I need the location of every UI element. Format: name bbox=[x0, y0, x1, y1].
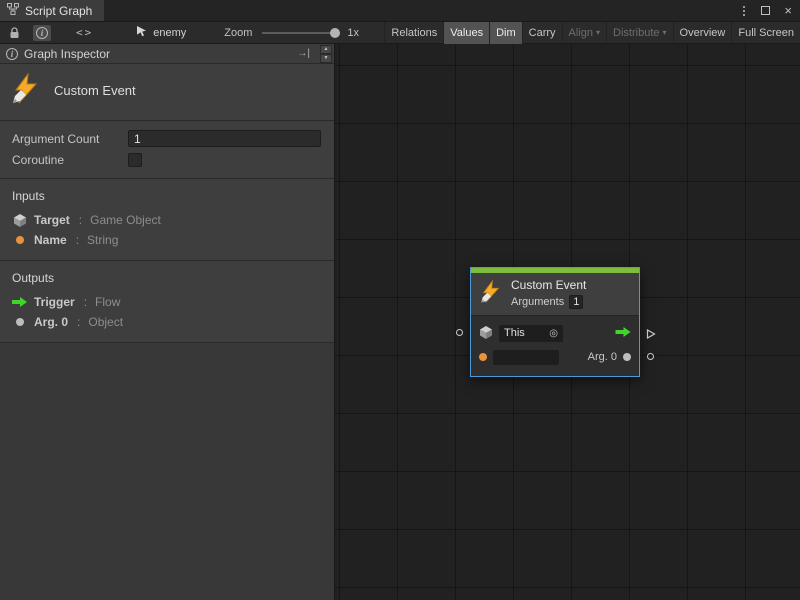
cube-icon bbox=[479, 325, 493, 342]
inspector-empty-area bbox=[0, 343, 334, 600]
arg0-output-port[interactable] bbox=[647, 353, 654, 360]
zoom-slider[interactable] bbox=[262, 27, 340, 39]
toolbar-button-overview[interactable]: Overview bbox=[673, 22, 732, 44]
info-icon: i bbox=[6, 48, 18, 60]
argument-count-input[interactable] bbox=[128, 130, 321, 147]
toolbar-button-dim[interactable]: Dim bbox=[489, 22, 522, 44]
script-graph-tab[interactable]: Script Graph bbox=[0, 0, 104, 21]
graph-inspector-panel: i Graph Inspector →| ▲ ▼ Custom Event Ar… bbox=[0, 44, 335, 600]
target-input-port[interactable] bbox=[456, 329, 463, 336]
target-self-dropdown[interactable]: This ◎ bbox=[499, 325, 563, 342]
zoom-label: Zoom bbox=[224, 27, 252, 39]
toolbar-button-carry[interactable]: Carry bbox=[522, 22, 562, 44]
inspected-node-summary: Custom Event bbox=[0, 64, 334, 121]
toolbar-button-values[interactable]: Values bbox=[443, 22, 489, 44]
list-item: Arg. 0:Object bbox=[0, 312, 334, 332]
custom-event-icon bbox=[10, 73, 42, 108]
outputs-section: Outputs Trigger:Flow Arg. 0:Object bbox=[0, 261, 334, 343]
string-port-dot-icon bbox=[12, 236, 27, 244]
zoom-slider-knob[interactable] bbox=[330, 28, 340, 38]
zoom-value: 1x bbox=[347, 27, 359, 39]
window-maximize-icon[interactable] bbox=[761, 6, 770, 15]
coroutine-checkbox[interactable] bbox=[128, 153, 142, 167]
node-settings: Argument Count Coroutine bbox=[0, 121, 334, 179]
scroll-down-icon[interactable]: ▼ bbox=[320, 54, 332, 63]
inputs-section: Inputs Target:Game Object Name:String bbox=[0, 179, 334, 261]
string-port-dot-icon bbox=[479, 353, 487, 361]
target-icon: ◎ bbox=[549, 328, 558, 339]
list-item: Name:String bbox=[0, 230, 334, 250]
toolbar-button-group: Relations Values Dim Carry Align ▾ Distr… bbox=[384, 22, 800, 44]
graph-name: enemy bbox=[153, 27, 186, 39]
graph-pointer-icon bbox=[136, 25, 148, 40]
target-port-row: This ◎ bbox=[471, 321, 639, 345]
custom-event-node[interactable]: Custom Event Arguments 1 bbox=[470, 267, 640, 377]
object-port-dot-icon bbox=[623, 353, 631, 361]
trigger-output-port[interactable] bbox=[646, 328, 656, 342]
titlebar: Script Graph × bbox=[0, 0, 800, 22]
node-body: This ◎ Arg. 0 bbox=[471, 316, 639, 376]
inspector-header: i Graph Inspector →| ▲ ▼ bbox=[0, 44, 334, 64]
code-preview-icon[interactable]: <> bbox=[73, 24, 96, 41]
inspector-node-title: Custom Event bbox=[54, 83, 136, 98]
window-close-icon[interactable]: × bbox=[784, 4, 792, 17]
object-port-dot-icon bbox=[12, 318, 27, 326]
chevron-down-icon: ▾ bbox=[663, 28, 667, 37]
outputs-title: Outputs bbox=[0, 269, 334, 292]
flow-arrow-icon bbox=[12, 296, 27, 308]
zoom-slider-track bbox=[262, 32, 340, 34]
event-name-input[interactable] bbox=[493, 350, 559, 365]
toolbar-button-distribute[interactable]: Distribute ▾ bbox=[606, 22, 672, 44]
info-icon: i bbox=[36, 27, 48, 39]
arguments-count-badge[interactable]: 1 bbox=[569, 295, 583, 309]
name-arg-port-row: Arg. 0 bbox=[471, 345, 639, 369]
argument-count-label: Argument Count bbox=[12, 132, 128, 146]
node-header[interactable]: Custom Event Arguments 1 bbox=[471, 273, 639, 316]
scroll-up-icon[interactable]: ▲ bbox=[320, 45, 332, 54]
window-menu-icon[interactable] bbox=[741, 4, 747, 18]
coroutine-row: Coroutine bbox=[0, 150, 334, 170]
graph-toolbar: i <> enemy Zoom 1x Relations Values Dim … bbox=[0, 22, 800, 44]
coroutine-label: Coroutine bbox=[12, 153, 128, 167]
argument-count-row: Argument Count bbox=[0, 127, 334, 150]
node-title: Custom Event bbox=[511, 278, 586, 292]
graph-breadcrumb[interactable]: enemy bbox=[136, 25, 186, 40]
inspector-title: Graph Inspector bbox=[24, 47, 291, 61]
window-controls: × bbox=[741, 0, 800, 21]
chevron-down-icon: ▾ bbox=[596, 28, 600, 37]
lock-icon[interactable] bbox=[6, 24, 23, 41]
dock-inspector-icon[interactable]: →| bbox=[297, 48, 310, 59]
custom-event-icon bbox=[479, 280, 503, 307]
cube-icon bbox=[12, 213, 27, 227]
arg0-label: Arg. 0 bbox=[588, 351, 617, 363]
list-item: Trigger:Flow bbox=[0, 292, 334, 312]
toolbar-button-fullscreen[interactable]: Full Screen bbox=[731, 22, 800, 44]
toolbar-button-align[interactable]: Align ▾ bbox=[562, 22, 606, 44]
flow-arrow-icon bbox=[615, 326, 631, 341]
list-item: Target:Game Object bbox=[0, 210, 334, 230]
inputs-title: Inputs bbox=[0, 187, 334, 210]
toolbar-button-relations[interactable]: Relations bbox=[384, 22, 443, 44]
tab-label: Script Graph bbox=[25, 4, 92, 18]
inspector-toggle-icon[interactable]: i bbox=[33, 25, 51, 41]
graph-canvas[interactable]: Custom Event Arguments 1 bbox=[335, 44, 800, 600]
inspector-scroll-stepper[interactable]: ▲ ▼ bbox=[320, 45, 332, 63]
node-arguments-row: Arguments 1 bbox=[511, 295, 586, 309]
script-graph-icon bbox=[7, 3, 19, 18]
